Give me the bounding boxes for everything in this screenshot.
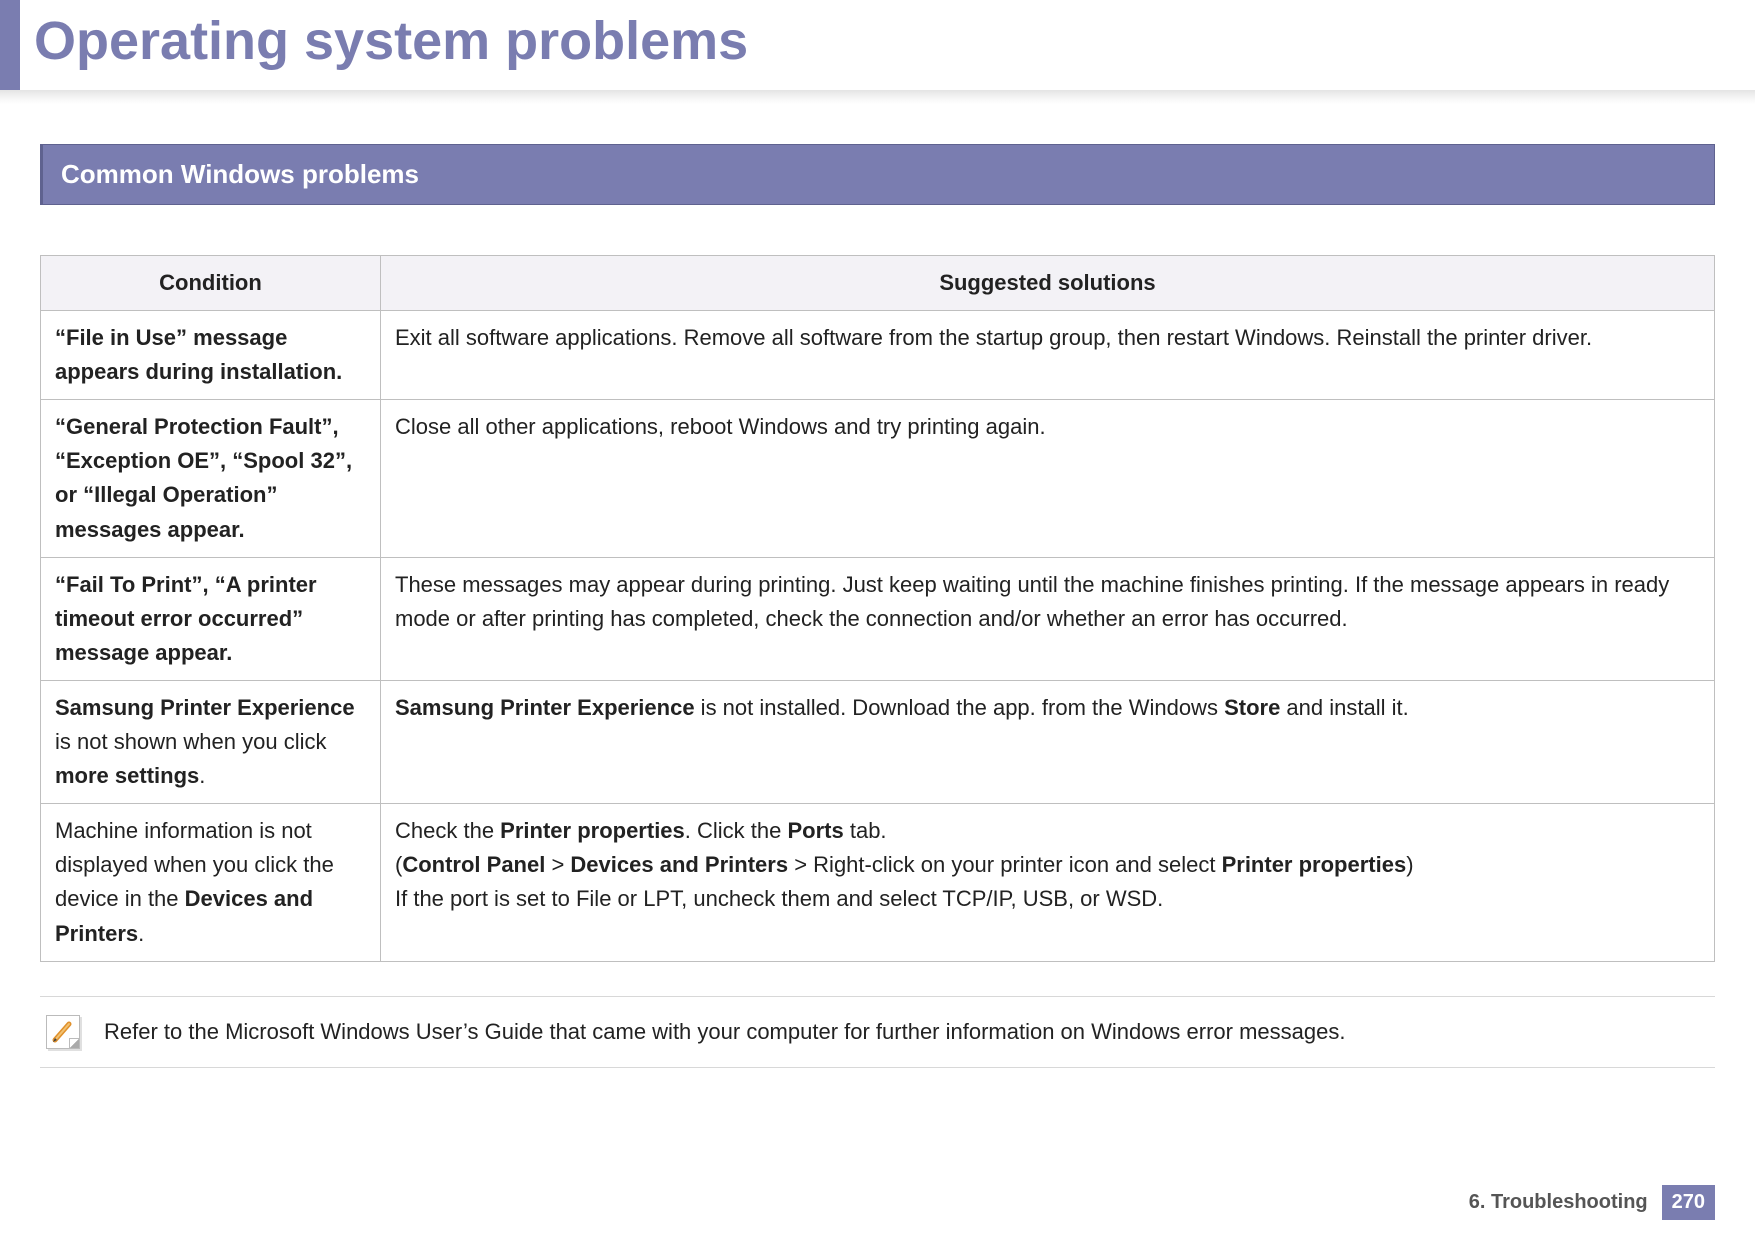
cell-solution: Check the Printer properties. Click the … [381, 804, 1715, 961]
cell-condition: “Fail To Print”, “A printer timeout erro… [41, 557, 381, 680]
footer-page-number: 270 [1662, 1185, 1715, 1220]
cell-solution: Samsung Printer Experience is not instal… [381, 680, 1715, 803]
page-title: Operating system problems [20, 0, 1755, 90]
cell-condition: Machine information is not displayed whe… [41, 804, 381, 961]
cell-condition: Samsung Printer Experience is not shown … [41, 680, 381, 803]
table-row: “General Protection Fault”, “Exception O… [41, 400, 1715, 557]
cell-solution: Close all other applications, reboot Win… [381, 400, 1715, 557]
note-icon [46, 1015, 80, 1049]
cell-condition: “File in Use” message appears during ins… [41, 311, 381, 400]
problems-table: Condition Suggested solutions “File in U… [40, 255, 1715, 962]
table-row: “Fail To Print”, “A printer timeout erro… [41, 557, 1715, 680]
table-row: Samsung Printer Experience is not shown … [41, 680, 1715, 803]
note-text: Refer to the Microsoft Windows User’s Gu… [104, 1019, 1345, 1045]
footer-chapter: 6. Troubleshooting [1469, 1191, 1648, 1214]
cell-solution: Exit all software applications. Remove a… [381, 311, 1715, 400]
th-condition: Condition [41, 256, 381, 311]
cell-condition: “General Protection Fault”, “Exception O… [41, 400, 381, 557]
table-row: “File in Use” message appears during ins… [41, 311, 1715, 400]
accent-block [0, 0, 20, 90]
th-solutions: Suggested solutions [381, 256, 1715, 311]
note-block: Refer to the Microsoft Windows User’s Gu… [40, 996, 1715, 1068]
page-footer: 6. Troubleshooting 270 [1469, 1185, 1715, 1220]
title-divider [0, 90, 1755, 104]
title-bar: Operating system problems [0, 0, 1755, 90]
section-heading: Common Windows problems [40, 144, 1715, 205]
table-row: Machine information is not displayed whe… [41, 804, 1715, 961]
cell-solution: These messages may appear during printin… [381, 557, 1715, 680]
